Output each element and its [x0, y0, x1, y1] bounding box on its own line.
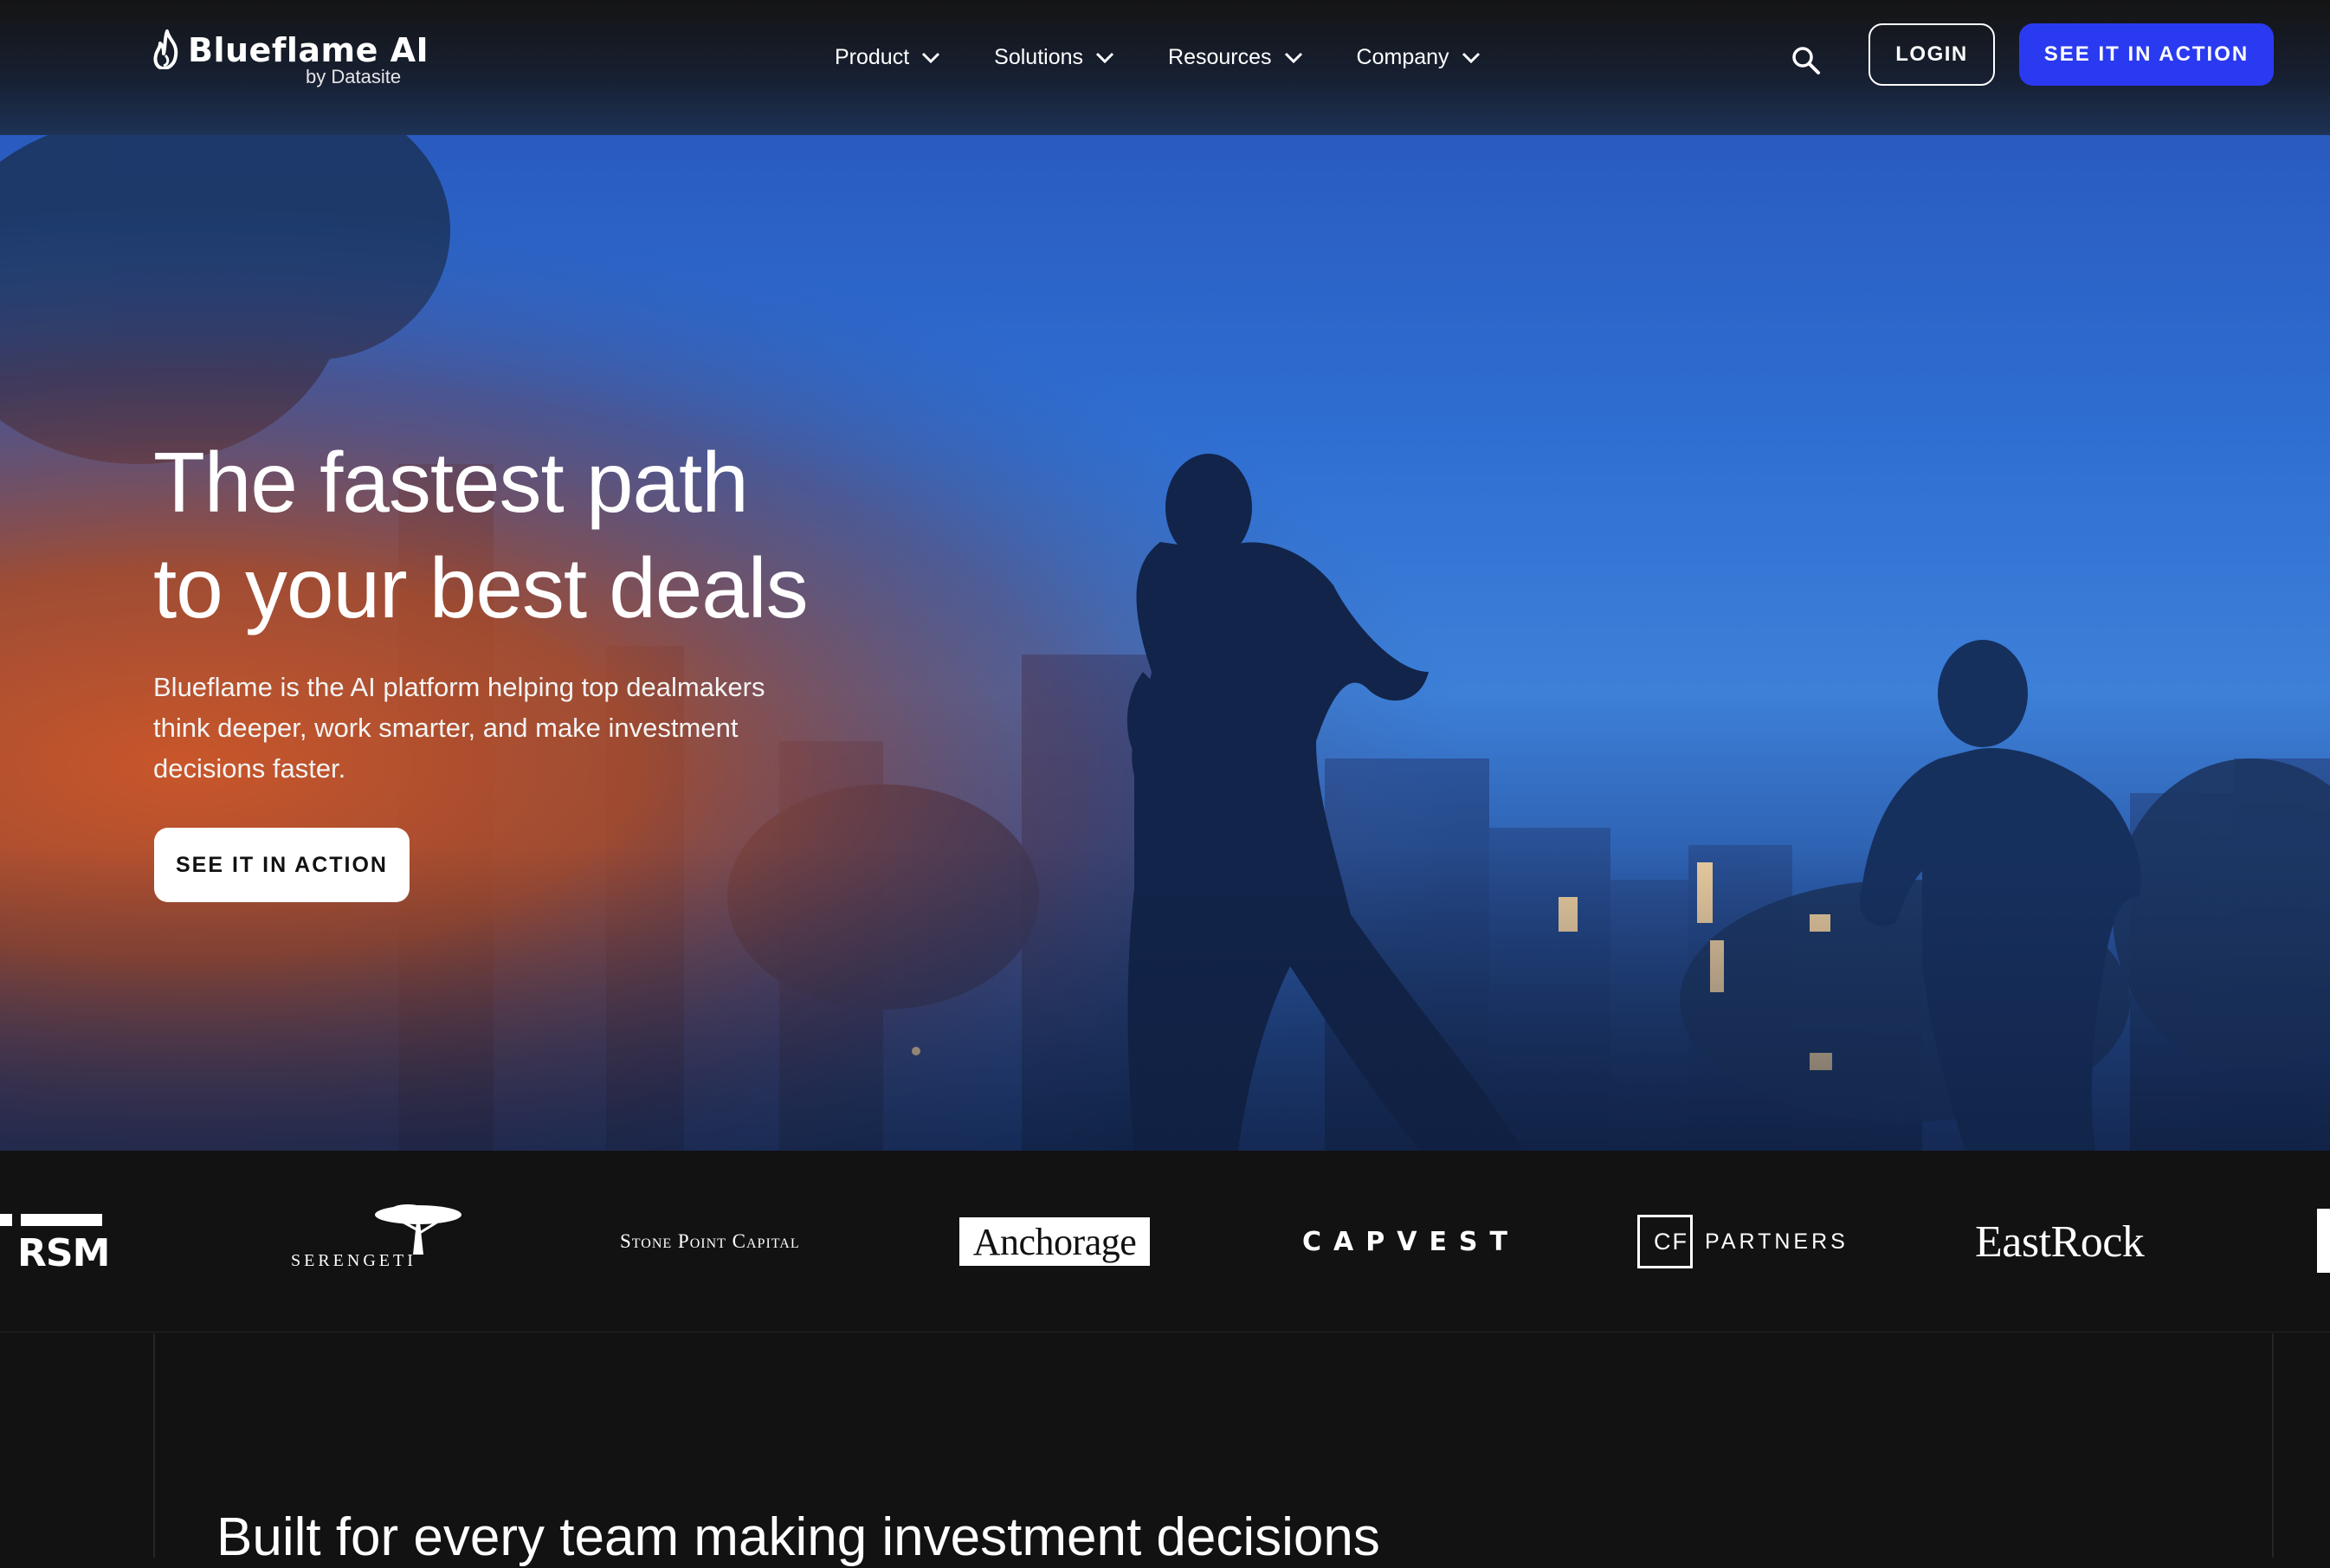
cfi-mark: CFI	[1637, 1215, 1695, 1268]
rsm-bars-icon	[0, 1214, 102, 1226]
client-logo-anchorage: Anchorage	[959, 1151, 1150, 1332]
hero-title: The fastest path to your best deals	[153, 429, 809, 641]
client-logo-label: Anchorage	[959, 1217, 1150, 1266]
client-logo-rsm: RSM	[0, 1151, 110, 1332]
search-icon[interactable]	[1791, 45, 1822, 76]
client-logo-partial	[2317, 1209, 2330, 1273]
client-logo-serengeti: SERENGETI	[291, 1151, 461, 1332]
flame-logo-icon	[153, 29, 178, 69]
client-logo-cfi-partners: CFI PARTNERS	[1637, 1151, 1849, 1332]
client-logo-label: RSM	[17, 1230, 110, 1275]
client-logo-stone-point: Stone Point Capital	[620, 1230, 800, 1252]
teams-section: Built for every team making investment d…	[0, 1333, 2330, 1567]
nav-item-label: Product	[835, 45, 910, 69]
chevron-down-icon	[1462, 52, 1480, 63]
hero-description: Blueflame is the AI platform helping top…	[153, 672, 765, 784]
login-button[interactable]: LOGIN	[1869, 23, 1995, 86]
hero-section: The fastest path to your best deals Blue…	[0, 135, 2330, 1151]
brand-logo[interactable]: Blueflame AI by Datasite	[153, 29, 429, 87]
client-logo-strip: RSM SERENGETI Stone Point Capital Anchor…	[0, 1151, 2330, 1332]
section-divider	[153, 1333, 155, 1558]
hero-see-it-in-action-button[interactable]: SEE IT IN ACTION	[154, 828, 410, 902]
chevron-down-icon	[922, 52, 940, 63]
acacia-tree-icon	[375, 1204, 461, 1255]
hero-title-line: The fastest path	[153, 435, 749, 530]
chevron-down-icon	[1095, 52, 1114, 63]
see-it-in-action-button[interactable]: SEE IT IN ACTION	[2019, 23, 2274, 86]
client-logo-eastrock: EastRock	[1975, 1216, 2145, 1267]
nav-item-label: Company	[1356, 45, 1449, 69]
nav-item-resources[interactable]: Resources	[1168, 45, 1303, 70]
nav-item-solutions[interactable]: Solutions	[994, 45, 1114, 70]
brand-name: Blueflame AI	[188, 31, 429, 69]
brand-subtitle: by Datasite	[306, 66, 402, 87]
nav-item-company[interactable]: Company	[1357, 45, 1481, 70]
client-logo-capvest: CAPVEST	[1302, 1226, 1520, 1257]
client-logo-label: PARTNERS	[1705, 1229, 1849, 1254]
hero-title-line: to your best deals	[153, 540, 809, 636]
nav-item-product[interactable]: Product	[835, 45, 940, 70]
chevron-down-icon	[1284, 52, 1302, 63]
nav-item-label: Solutions	[994, 45, 1084, 69]
nav-item-label: Resources	[1168, 45, 1272, 69]
top-navigation: Blueflame AI by Datasite Product Solutio…	[0, 0, 2330, 135]
main-menu: Product Solutions Resources Company	[835, 45, 1534, 70]
section-divider	[2272, 1333, 2274, 1558]
hero-background-image	[0, 135, 2330, 1151]
section-title: Built for every team making investment d…	[216, 1507, 1380, 1567]
